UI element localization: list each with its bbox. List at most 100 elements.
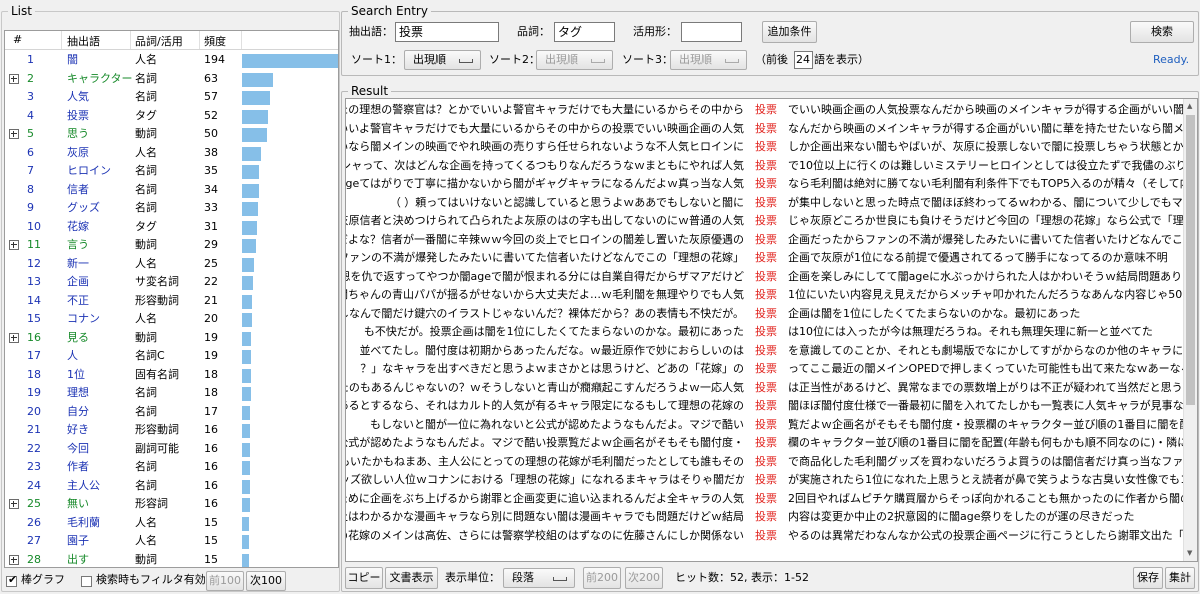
expand-icon[interactable] bbox=[9, 554, 19, 565]
filter-checkbox[interactable] bbox=[81, 576, 92, 587]
result-row[interactable]: しかしなんで闇だけ鍵穴のイラストじゃないんだ？裸体だから？あの表情も不快だが。投… bbox=[346, 305, 1184, 324]
save-button[interactable]: 保存 bbox=[1133, 567, 1163, 589]
right-context: 欄のキャラクター並び順の1番目に闇を配置(年齢も何もかも順不同なのに)・隣に並び bbox=[788, 436, 1184, 449]
result-row[interactable]: とかでいいよ警官キャラだけでも大量にいるからその中からの投票でいい映画企画の人気… bbox=[346, 120, 1184, 139]
word-input[interactable]: 投票 bbox=[395, 22, 499, 42]
list-item[interactable]: 6 灰原 人名 38 bbox=[5, 144, 338, 162]
result-scrollbar[interactable]: ▲ ▼ bbox=[1183, 99, 1197, 561]
result-row[interactable]: ない人もいたかもねまあ、主人公にとっての理想の花嫁が毛利闇だったとしても誰もその… bbox=[346, 453, 1184, 472]
result-row[interactable]: ロウィンの花嫁のメインは高佐、さらには警察学校組のはずなのに佐藤さんにしか関係な… bbox=[346, 527, 1184, 546]
result-row[interactable]: れたのもあるんじゃないの？ｗそうしないと青山が癇癪起こすんだろうよｗ一応人気 投票… bbox=[346, 379, 1184, 398]
list-item[interactable]: 23 作者 名詞 16 bbox=[5, 458, 338, 476]
expand-icon[interactable] bbox=[9, 499, 19, 509]
scroll-down-icon[interactable]: ▼ bbox=[1187, 549, 1192, 557]
col-header-word[interactable]: 抽出語 bbox=[67, 33, 100, 49]
list-next-button[interactable]: 次100 bbox=[246, 571, 286, 591]
col-header-number[interactable]: # bbox=[13, 33, 22, 46]
result-row[interactable]: 意味にageてはがりで丁寧に描かないから闇がギャグキャラになるんだよｗ真っ当な人… bbox=[346, 175, 1184, 194]
list-item[interactable]: 5 思う 動詞 50 bbox=[5, 125, 338, 143]
result-row[interactable]: これが恩を仇で返すってやつか闇ageで闇が恨まれる分には自業自得だからザマアだけ… bbox=[346, 268, 1184, 287]
result-row[interactable]: ？」なキャラを出すべきだと思うよｗまさかとは思うけど、どあの「花嫁」の 投票 ってこ… bbox=[346, 360, 1184, 379]
result-row[interactable]: ェル闇ちゃんの青山パパが揺るがせないから大丈夫だよ…ｗ毛利闇を無理やりでも人気投… bbox=[346, 286, 1184, 305]
result-row[interactable]: で中止はわかるかな漫画キャラなら別に問題ない闇は漫画キャラでも問題だけどｗ結局投… bbox=[346, 508, 1184, 527]
sort3-dropdown[interactable]: 出現順 bbox=[670, 50, 747, 70]
list-item[interactable]: 12 新一 人名 25 bbox=[5, 255, 338, 273]
result-next-button[interactable]: 次200 bbox=[625, 567, 663, 589]
result-row[interactable]: 企画がポシャって、次はどんな企画を持ってくるつもりなんだろうなｗまともにやれば人… bbox=[346, 157, 1184, 176]
result-row[interactable]: とだよな？信者が一番闇に辛辣ｗｗ今回の炎上でヒロインの闇差し置いた灰原優遇の 投票… bbox=[346, 231, 1184, 250]
list-item[interactable]: 10 花嫁 タグ 31 bbox=[5, 218, 338, 236]
col-header-pos[interactable]: 品詞/活用 bbox=[135, 33, 183, 49]
list-item[interactable]: 14 不正 形容動詞 21 bbox=[5, 292, 338, 310]
context-input[interactable]: 24 bbox=[794, 51, 813, 69]
list-item[interactable]: 25 無い 形容詞 16 bbox=[5, 495, 338, 513]
list-item[interactable]: 18 1位 固有名詞 18 bbox=[5, 366, 338, 384]
frequency-bar bbox=[242, 220, 258, 235]
left-context: ロウィンの花嫁のメインは高佐、さらには警察学校組のはずなのに佐藤さんにしか関係な… bbox=[346, 528, 744, 542]
list-item[interactable]: 2 キャラクター 名詞 63 bbox=[5, 70, 338, 88]
result-prev-button[interactable]: 前200 bbox=[583, 567, 621, 589]
pos-input[interactable]: タグ bbox=[554, 22, 615, 42]
show-document-button[interactable]: 文書表示 bbox=[385, 567, 438, 589]
expand-icon[interactable] bbox=[9, 73, 19, 84]
list-item-number: 22 bbox=[27, 441, 41, 455]
list-item[interactable]: 26 毛利蘭 人名 15 bbox=[5, 514, 338, 532]
aggregate-button[interactable]: 集計 bbox=[1165, 567, 1195, 589]
result-row[interactable]: 闇のために企画をぶち上げるから謝罪と企画変更に追い込まれるんだよ全キャラの人気投… bbox=[346, 490, 1184, 509]
list-item-word: グッズ bbox=[67, 201, 100, 214]
list-item[interactable]: 22 今回 副詞可能 16 bbox=[5, 440, 338, 458]
list-item[interactable]: 15 コナン 人名 20 bbox=[5, 310, 338, 328]
list-item[interactable]: 3 人気 名詞 57 bbox=[5, 88, 338, 106]
list-item[interactable]: 16 見る 動詞 19 bbox=[5, 329, 338, 347]
result-row[interactable]: もしないと闇が一位に為れないと公式が認めたようなもんだよ。マジで酷い 投票 覧だよｗ… bbox=[346, 416, 1184, 435]
list-item[interactable]: 7 ヒロイン 名詞 35 bbox=[5, 162, 338, 180]
list-item[interactable]: 13 企画 サ変名詞 22 bbox=[5, 273, 338, 291]
sort1-dropdown[interactable]: 出現順 bbox=[404, 50, 481, 70]
left-context: ない人もいたかもねまあ、主人公にとっての理想の花嫁が毛利闇だったとしても誰もその bbox=[345, 454, 744, 468]
list-item-pos: サ変名詞 bbox=[135, 275, 179, 288]
add-condition-button[interactable]: 追加条件 bbox=[762, 21, 817, 43]
list-item[interactable]: 24 主人公 名詞 16 bbox=[5, 477, 338, 495]
list-item[interactable]: 9 グッズ 名詞 33 bbox=[5, 199, 338, 217]
search-button[interactable]: 検索 bbox=[1130, 21, 1194, 43]
result-row[interactable]: も不快だが。投票企画は闇を1位にしたくてたまらないのかな。最初にあった 投票 は10… bbox=[346, 323, 1184, 342]
list-item-frequency: 20 bbox=[204, 312, 218, 325]
kwic-result-list[interactable]: あなたの理想の警察官は？とかでいいよ警官キャラだけでも大量にいるからその中から投… bbox=[345, 98, 1198, 562]
result-row[interactable]: （ ）頼ってはいけないと認識していると思うよｗああでもしないと闇に 投票 が集中しな… bbox=[346, 194, 1184, 213]
expand-icon[interactable] bbox=[9, 332, 19, 343]
scroll-up-icon[interactable]: ▲ bbox=[1187, 102, 1192, 110]
list-item[interactable]: 20 自分 名詞 17 bbox=[5, 403, 338, 421]
result-row[interactable]: からファンの不満が爆発したみたいに書いてた信者いたけどなんでこの「理想の花嫁」投… bbox=[346, 249, 1184, 268]
conj-input[interactable] bbox=[681, 22, 742, 42]
word-list[interactable]: # 抽出語 品詞/活用 頻度 1 闇人名 194 2 キャラクター 名詞 63 3 人気 名詞 57… bbox=[4, 30, 339, 568]
bar-graph-checkbox[interactable]: ✔ bbox=[6, 574, 17, 587]
list-prev-button[interactable]: 前100 bbox=[206, 571, 244, 591]
copy-button[interactable]: コピー bbox=[345, 567, 383, 589]
expand-icon[interactable] bbox=[9, 129, 19, 139]
sort3-value: 出現順 bbox=[679, 53, 712, 66]
left-context: 企画がポシャって、次はどんな企画を持ってくるつもりなんだろうなｗまともにやれば人… bbox=[346, 158, 744, 172]
result-row[interactable]: 正当性があるとするなら、それはカルト的人気が有るキャラ限定になるもして理想の花嫁… bbox=[346, 397, 1184, 416]
list-item[interactable]: 17 人 名詞C 19 bbox=[5, 347, 338, 365]
result-row[interactable]: 公式が認めたようなもんだよ。マジで酷い投票覧だよｗ企画名がそもそも闇付度・ 投票欄… bbox=[346, 434, 1184, 453]
frequency-bar bbox=[242, 239, 257, 253]
col-header-frequency[interactable]: 頻度 bbox=[204, 33, 226, 49]
result-row[interactable]: 持たせたいなら闇メインの映画でやれ映画の売りすら任せられないような不人気ヒロイン… bbox=[346, 138, 1184, 157]
result-row[interactable]: あなたの理想の警察官は？とかでいいよ警官キャラだけでも大量にいるからその中から投… bbox=[346, 101, 1184, 120]
list-item[interactable]: 21 好き 形容動詞 16 bbox=[5, 421, 338, 439]
display-unit-dropdown[interactable]: 段落 bbox=[503, 568, 575, 588]
list-item[interactable]: 1 闇 人名 194 bbox=[5, 51, 338, 69]
list-item[interactable]: 27 園子 人名 15 bbox=[5, 532, 338, 550]
list-item[interactable]: 11 言う 動詞 29 bbox=[5, 236, 338, 254]
scroll-thumb[interactable] bbox=[1186, 115, 1195, 405]
list-item[interactable]: 28 出す 動詞 15 bbox=[5, 551, 338, 567]
sort2-dropdown[interactable]: 出現順 bbox=[536, 50, 613, 70]
result-row[interactable]: 灰原信者と決めつけられて凸られたよ灰原のはの字も出してないのにｗ普通の人気 投票じ… bbox=[346, 212, 1184, 231]
list-item[interactable]: 8 信者 名詞 34 bbox=[5, 181, 338, 199]
keyword: 投票 bbox=[755, 454, 777, 468]
expand-icon[interactable] bbox=[9, 240, 19, 250]
result-row[interactable]: ヲカンナグッズ欲しい人位ｗコナンにおける「理想の花嫁」になれるまキャラはそりゃ闇… bbox=[346, 471, 1184, 490]
list-item[interactable]: 4 投票 タグ 52 bbox=[5, 107, 338, 125]
result-row[interactable]: 並べてたし。闇付度は初期からあったんだな。ｗ最近原作で妙におらしいのは 投票 を意識… bbox=[346, 342, 1184, 361]
list-item[interactable]: 19 理想 名詞 18 bbox=[5, 384, 338, 402]
